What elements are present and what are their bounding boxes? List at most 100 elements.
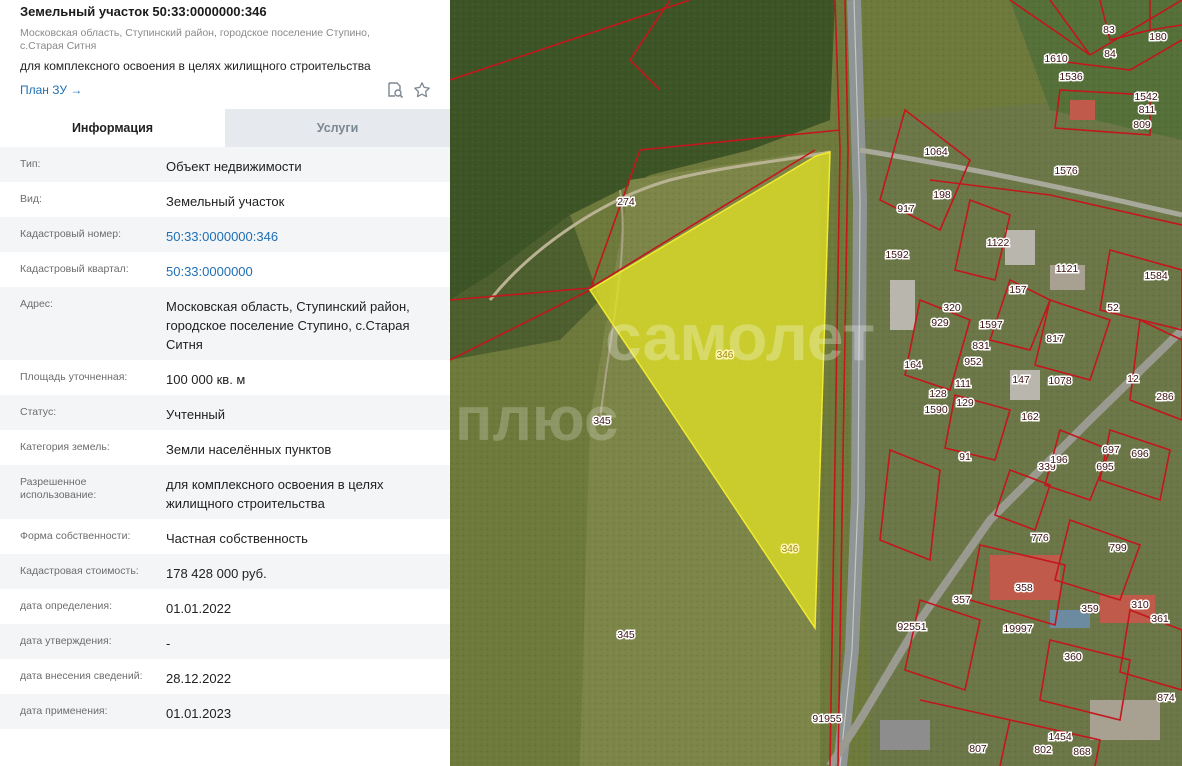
detail-value: - bbox=[166, 636, 171, 651]
parcel-label-799: 799 bbox=[1109, 542, 1127, 554]
parcel-label-696: 696 bbox=[1131, 448, 1149, 460]
property-details: Тип: Объект недвижимости Вид: Земельный … bbox=[0, 147, 450, 729]
detail-row-cadastral-number: Кадастровый номер: 50:33:0000000:346 bbox=[0, 217, 450, 252]
detail-label: дата определения: bbox=[20, 600, 113, 612]
parcel-label-346: 346 bbox=[717, 350, 734, 361]
detail-row-date-determined: дата определения: 01.01.2022 bbox=[0, 589, 450, 624]
parcel-label-1121: 1121 bbox=[1056, 263, 1079, 275]
parcel-label-196: 196 bbox=[1050, 454, 1068, 466]
parcel-label-83: 83 bbox=[1103, 24, 1115, 36]
detail-row-status: Статус: Учтенный bbox=[0, 395, 450, 430]
detail-label: Площадь уточненная: bbox=[20, 371, 128, 383]
parcel-label-157: 157 bbox=[1009, 284, 1027, 296]
cadastral-number-link[interactable]: 50:33:0000000:346 bbox=[166, 227, 438, 246]
detail-value: Московская область, Ступинский район, го… bbox=[166, 299, 410, 352]
detail-label: Вид: bbox=[20, 193, 42, 205]
parcel-label-111: 111 bbox=[955, 378, 971, 390]
parcel-label-697: 697 bbox=[1102, 444, 1120, 456]
parcel-label-357: 357 bbox=[953, 594, 971, 606]
parcel-label-1542: 1542 bbox=[1134, 91, 1158, 103]
detail-value: для комплексного освоения в целях жилищн… bbox=[166, 477, 384, 511]
detail-value: 178 428 000 руб. bbox=[166, 566, 267, 581]
parcel-label-147: 147 bbox=[1012, 374, 1030, 386]
tab-information[interactable]: Информация bbox=[0, 109, 225, 147]
detail-row-address: Адрес: Московская область, Ступинский ра… bbox=[0, 287, 450, 360]
info-panel: Земельный участок 50:33:0000000:346 Моск… bbox=[0, 0, 450, 766]
parcel-label-1454: 1454 bbox=[1048, 731, 1072, 743]
parcel-label-1590: 1590 bbox=[924, 404, 948, 416]
detail-value: 01.01.2023 bbox=[166, 706, 232, 721]
parcel-label-358: 358 bbox=[1015, 582, 1033, 594]
detail-row-date-applied: дата применения: 01.01.2023 bbox=[0, 694, 450, 729]
parcel-label-1078: 1078 bbox=[1048, 375, 1072, 387]
parcel-label-359: 359 bbox=[1081, 603, 1099, 615]
parcel-label-1610: 1610 bbox=[1044, 53, 1068, 65]
parcel-label-92551: 92551 bbox=[897, 621, 926, 633]
cadastral-map[interactable]: самолет плюс 346 346 345 345 274 1064 1122 1121… bbox=[450, 0, 1182, 766]
detail-row-kind: Вид: Земельный участок bbox=[0, 182, 450, 217]
detail-label: дата применения: bbox=[20, 705, 108, 717]
map-canvas[interactable]: самолет плюс 346346345345274106411221121… bbox=[450, 0, 1182, 766]
parcel-label-162: 162 bbox=[1021, 411, 1039, 423]
parcel-label-1576: 1576 bbox=[1054, 165, 1078, 177]
parcel-label-310: 310 bbox=[1131, 599, 1149, 611]
tab-bar: Информация Услуги bbox=[0, 109, 450, 147]
detail-value: 28.12.2022 bbox=[166, 671, 232, 686]
parcel-label-811: 811 bbox=[1139, 104, 1156, 116]
parcel-label-52: 52 bbox=[1107, 302, 1119, 314]
detail-row-cadastral-value: Кадастровая стоимость: 178 428 000 руб. bbox=[0, 554, 450, 589]
parcel-label-346: 346 bbox=[782, 544, 799, 555]
parcel-label-809: 809 bbox=[1133, 119, 1151, 131]
parcel-label-917: 917 bbox=[897, 203, 915, 215]
parcel-label-128: 128 bbox=[929, 388, 947, 400]
parcel-label-1536: 1536 bbox=[1059, 71, 1083, 83]
parcel-label-807: 807 bbox=[969, 743, 987, 755]
parcel-label-1584: 1584 bbox=[1144, 270, 1168, 282]
detail-label: Адрес: bbox=[20, 298, 53, 310]
plan-link[interactable]: План ЗУ → bbox=[20, 83, 82, 97]
parcel-label-817: 817 bbox=[1046, 333, 1064, 345]
parcel-label-180: 180 bbox=[1149, 31, 1167, 43]
parcel-label-361: 361 bbox=[1151, 613, 1169, 625]
parcel-label-345: 345 bbox=[617, 629, 635, 641]
parcel-label-274: 274 bbox=[617, 196, 635, 208]
parcel-label-1122: 1122 bbox=[987, 237, 1010, 249]
parcel-label-164: 164 bbox=[904, 359, 922, 371]
detail-label: Кадастровая стоимость: bbox=[20, 565, 139, 577]
parcel-label-12: 12 bbox=[1127, 373, 1139, 385]
detail-label: дата утверждения: bbox=[20, 635, 112, 647]
parcel-label-1592: 1592 bbox=[885, 249, 909, 261]
detail-row-date-approved: дата утверждения: - bbox=[0, 624, 450, 659]
detail-label: Категория земель: bbox=[20, 441, 110, 453]
detail-value: Частная собственность bbox=[166, 531, 308, 546]
parcel-label-874: 874 bbox=[1157, 692, 1175, 704]
parcel-label-1597: 1597 bbox=[979, 319, 1003, 331]
address-line-2: с.Старая Ситня bbox=[20, 39, 97, 52]
address-subtitle: Московская область, Ступинский район, го… bbox=[20, 27, 410, 52]
parcel-label-19997: 19997 bbox=[1003, 623, 1032, 635]
star-icon[interactable] bbox=[413, 81, 431, 99]
document-search-icon[interactable] bbox=[386, 81, 404, 99]
parcel-label-91: 91 bbox=[959, 451, 971, 463]
cadastral-quarter-link[interactable]: 50:33:0000000 bbox=[166, 262, 438, 281]
parcel-label-91955: 91955 bbox=[812, 713, 841, 725]
parcel-label-1064: 1064 bbox=[924, 146, 948, 158]
parcel-label-129: 129 bbox=[956, 397, 974, 409]
detail-row-date-entered: дата внесения сведений: 28.12.2022 bbox=[0, 659, 450, 694]
parcel-label-952: 952 bbox=[964, 356, 982, 368]
address-line-1: Московская область, Ступинский район, го… bbox=[20, 27, 370, 39]
detail-row-cadastral-quarter: Кадастровый квартал: 50:33:0000000 bbox=[0, 252, 450, 287]
parcel-label-868: 868 bbox=[1073, 746, 1091, 758]
detail-value: Учтенный bbox=[166, 407, 226, 422]
detail-label: Кадастровый номер: bbox=[20, 228, 122, 240]
detail-row-ownership: Форма собственности: Частная собственнос… bbox=[0, 519, 450, 554]
detail-value: Объект недвижимости bbox=[166, 159, 302, 174]
tab-services[interactable]: Услуги bbox=[225, 109, 450, 147]
detail-value: 100 000 кв. м bbox=[166, 372, 246, 387]
detail-value: Земли населённых пунктов bbox=[166, 442, 332, 457]
parcel-label-831: 831 bbox=[972, 340, 990, 352]
detail-label: Тип: bbox=[20, 158, 41, 170]
parcel-label-360: 360 bbox=[1064, 651, 1082, 663]
detail-label: Статус: bbox=[20, 406, 57, 418]
detail-label: Разрешенное использование: bbox=[20, 476, 97, 501]
